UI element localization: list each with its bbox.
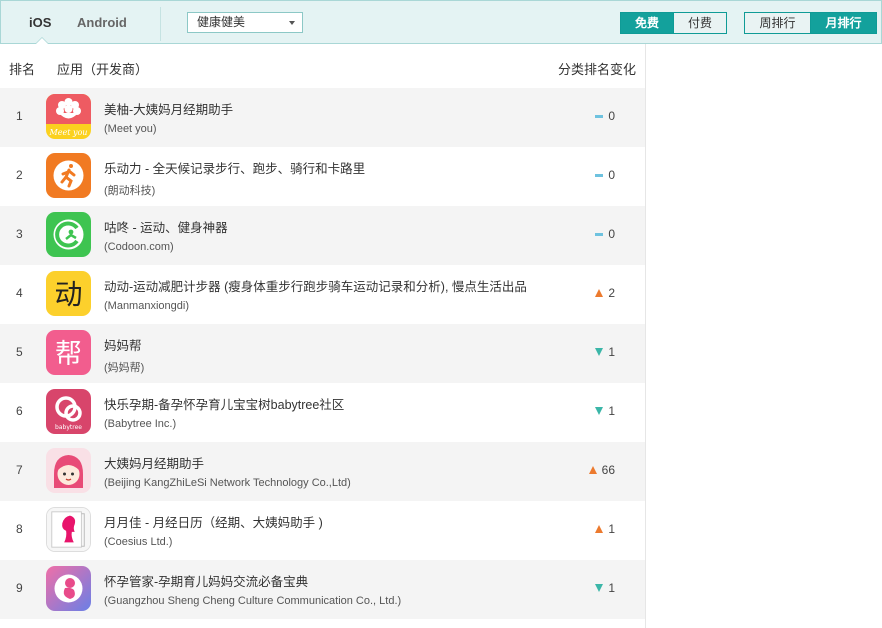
developer-name: (Manmanxiongdi): [104, 300, 189, 312]
app-name[interactable]: 快乐孕期-备孕怀孕育儿宝宝树babytree社区: [104, 394, 344, 413]
svg-text:帮: 帮: [55, 339, 82, 370]
mamabang-icon[interactable]: 帮: [46, 330, 91, 375]
rank-up-icon: [595, 289, 604, 297]
category-select[interactable]: 健康健美: [187, 12, 303, 33]
rank-down-icon: [595, 348, 604, 356]
no-change-icon: [595, 114, 604, 118]
app-name[interactable]: 月月佳 - 月经日历（经期、大姨妈助手 ): [104, 512, 323, 531]
chevron-down-icon: [289, 21, 295, 25]
pay-type-toggle: 免费 付费: [620, 12, 727, 34]
no-change-icon: [595, 173, 604, 177]
rank-up-icon: [588, 466, 597, 474]
rank-change: 0: [595, 168, 615, 182]
rank-change: 0: [595, 227, 615, 241]
developer-name: (Guangzhou Sheng Cheng Culture Communica…: [104, 595, 402, 607]
meetyou-flower-icon[interactable]: Meet you: [46, 94, 91, 139]
rank-number: 6: [16, 404, 23, 418]
table-row[interactable]: 2 乐动力 - 全天候记录步行、跑步、骑行和卡路里 (朗动科技) 0: [0, 147, 645, 206]
ranking-table: 排名 应用（开发商） 分类排名变化 1 Meet you 美柚-大姨妈月经期助手…: [0, 44, 646, 628]
rank-down-icon: [595, 407, 604, 415]
developer-name: (Coesius Ltd.): [104, 536, 173, 548]
weekly-rank-button[interactable]: 周排行: [745, 13, 810, 33]
girl-face-icon[interactable]: [46, 448, 91, 493]
developer-name: (妈妈帮): [104, 362, 145, 374]
rank-number: 1: [16, 109, 23, 123]
rank-change: 1: [595, 345, 615, 359]
app-name[interactable]: 美柚-大姨妈月经期助手: [104, 99, 233, 118]
rank-change: 1: [595, 404, 615, 418]
rank-change: 2: [595, 286, 615, 300]
rank-number: 3: [16, 227, 23, 241]
rank-change: 1: [595, 522, 615, 536]
developer-name: (Meet you): [104, 123, 157, 135]
rank-change: 0: [595, 109, 615, 123]
developer-name: (Codoon.com): [104, 241, 174, 253]
app-name[interactable]: 怀孕管家-孕期育儿妈妈交流必备宝典: [104, 571, 308, 590]
table-row[interactable]: 7 大姨妈月经期助手 (Beijing KangZhiLeSi Network …: [0, 442, 645, 501]
developer-name: (朗动科技): [104, 185, 156, 197]
monthly-rank-button[interactable]: 月排行: [810, 13, 876, 33]
app-name[interactable]: 动动-运动减肥计步器 (瘦身体重步行跑步骑车运动记录和分析), 慢点生活出品: [104, 276, 527, 295]
divider: [160, 7, 161, 41]
svg-text:Meet you: Meet you: [49, 128, 88, 137]
table-row[interactable]: 6 babytree 快乐孕期-备孕怀孕育儿宝宝树babytree社区 (Bab…: [0, 383, 645, 442]
rank-number: 2: [16, 168, 23, 182]
developer-name: (Beijing KangZhiLeSi Network Technology …: [104, 477, 351, 489]
header-change: 分类排名变化: [558, 62, 637, 77]
table-row[interactable]: 8 月月佳 - 月经日历（经期、大姨妈助手 ) (Coesius Ltd.) 1: [0, 501, 645, 560]
fetus-icon[interactable]: [46, 566, 91, 611]
svg-text:动: 动: [54, 278, 82, 311]
table-row[interactable]: 1 Meet you 美柚-大姨妈月经期助手 (Meet you) 0: [0, 88, 645, 147]
paid-button[interactable]: 付费: [673, 13, 726, 33]
app-name[interactable]: 咕咚 - 运动、健身神器: [104, 217, 228, 236]
woman-silhouette-icon[interactable]: [46, 507, 91, 552]
svg-text:babytree: babytree: [55, 424, 82, 431]
free-button[interactable]: 免费: [621, 13, 673, 33]
no-change-icon: [595, 232, 604, 236]
tab-ios[interactable]: iOS: [29, 15, 51, 30]
table-row[interactable]: 3 咕咚 - 运动、健身神器 (Codoon.com) 0: [0, 206, 645, 265]
period-toggle: 周排行 月排行: [744, 12, 877, 34]
header-rank: 排名: [9, 62, 36, 77]
babytree-icon[interactable]: babytree: [46, 389, 91, 434]
tab-android[interactable]: Android: [77, 15, 127, 30]
app-name[interactable]: 大姨妈月经期助手: [104, 453, 204, 472]
app-name[interactable]: 乐动力 - 全天候记录步行、跑步、骑行和卡路里: [104, 158, 365, 177]
table-header: 排名 应用（开发商） 分类排名变化: [0, 44, 645, 88]
rank-up-icon: [595, 525, 604, 533]
rank-number: 9: [16, 581, 23, 595]
header-app: 应用（开发商）: [57, 62, 149, 77]
rank-down-icon: [595, 584, 604, 592]
app-name[interactable]: 妈妈帮: [104, 335, 142, 354]
rank-number: 5: [16, 345, 23, 359]
top-filter-bar: iOS Android 健康健美 免费 付费 周排行 月排行: [0, 0, 882, 44]
rank-number: 4: [16, 286, 23, 300]
developer-name: (Babytree Inc.): [104, 418, 177, 430]
dongdong-icon[interactable]: 动: [46, 271, 91, 316]
rank-number: 8: [16, 522, 23, 536]
rank-change: 66: [588, 463, 615, 477]
rank-change: 1: [595, 581, 615, 595]
category-select-value: 健康健美: [197, 15, 246, 29]
table-row[interactable]: 9 怀孕管家-孕期育儿妈妈交流必备宝典 (Guangzhou Sheng Che…: [0, 560, 645, 619]
table-row[interactable]: 4 动 动动-运动减肥计步器 (瘦身体重步行跑步骑车运动记录和分析), 慢点生活…: [0, 265, 645, 324]
codoon-icon[interactable]: [46, 212, 91, 257]
runner-icon[interactable]: [46, 153, 91, 198]
table-row[interactable]: 5 帮 妈妈帮 (妈妈帮) 1: [0, 324, 645, 383]
rank-number: 7: [16, 463, 23, 477]
